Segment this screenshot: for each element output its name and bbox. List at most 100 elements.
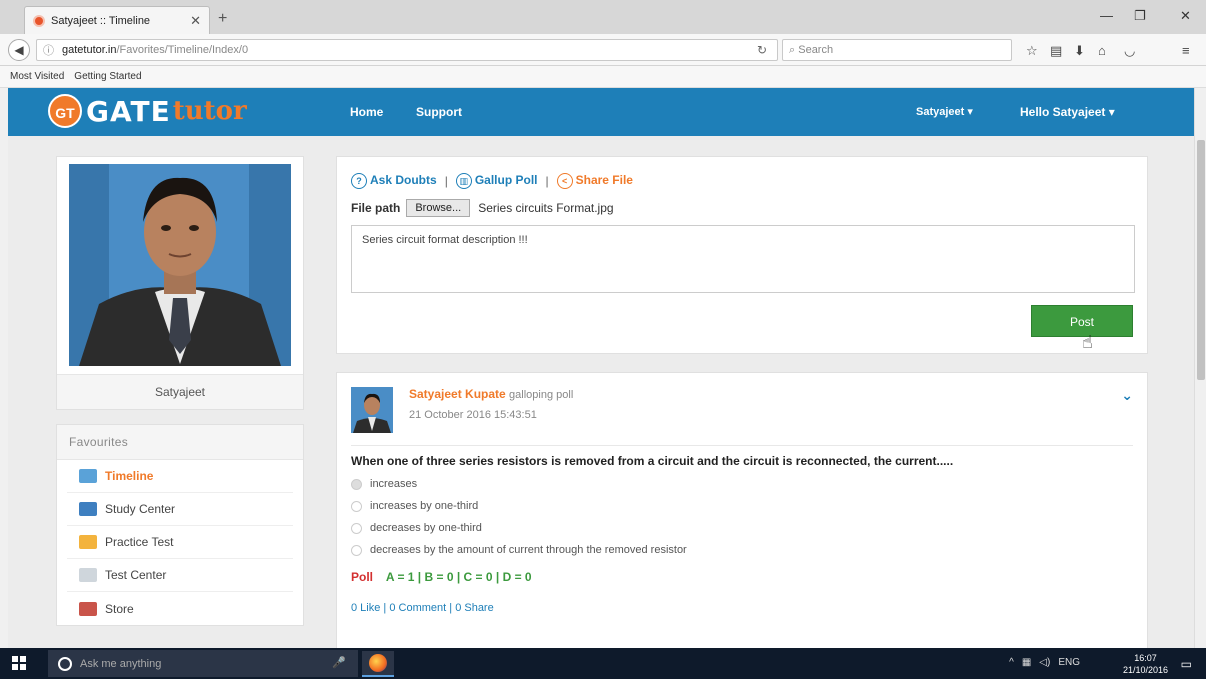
post-type: galloping poll [509, 389, 574, 401]
cortana-placeholder: Ask me anything [80, 657, 162, 670]
gallup-poll-link[interactable]: ▥ Gallup Poll [455, 173, 538, 189]
profile-card: Satyajeet [56, 156, 304, 410]
store-icon [79, 601, 97, 616]
windows-start-icon[interactable] [12, 656, 26, 670]
file-name: Series circuits Format.jpg [478, 201, 614, 215]
hand-cursor-icon: ☝ [1082, 332, 1093, 352]
url-host: gatetutor.in [62, 44, 117, 56]
nav-support[interactable]: Support [416, 105, 462, 119]
logo-badge: GT [48, 94, 82, 128]
timeline-icon [79, 469, 97, 483]
logo-accent-text: tutor [172, 96, 247, 126]
volume-icon[interactable]: ◁) [1039, 657, 1050, 668]
back-icon[interactable]: ◀ [8, 39, 30, 61]
notification-icon[interactable]: ▭ [1181, 657, 1192, 671]
profile-name: Satyajeet [57, 374, 303, 409]
avatar[interactable] [351, 387, 393, 433]
comment-link[interactable]: 0 Comment [389, 602, 446, 614]
scrollbar-thumb[interactable] [1197, 140, 1205, 380]
fav-item-test-center[interactable]: Test Center [67, 559, 293, 592]
feed-post: Satyajeet Kupate galloping poll 21 Octob… [336, 372, 1148, 648]
test-center-icon [79, 568, 97, 582]
gatetutor-logo[interactable]: GT GATE tutor [48, 94, 247, 128]
minimize-icon[interactable]: — [1100, 8, 1113, 23]
new-tab-icon[interactable]: + [218, 10, 227, 28]
browser-tab-strip: Satyajeet :: Timeline ✕ + — ❐ ✕ [0, 0, 1206, 34]
menu-icon[interactable]: ≡ [1182, 43, 1190, 58]
fav-item-store[interactable]: Store [67, 592, 293, 625]
microphone-icon[interactable]: 🎤 [332, 656, 346, 669]
share-link[interactable]: 0 Share [455, 602, 494, 614]
page-body: Satyajeet Favourites Timeline Study Cent… [8, 136, 1194, 648]
tab-close-icon[interactable]: ✕ [190, 13, 201, 29]
bookmark-star-icon[interactable]: ☆ [1026, 43, 1038, 59]
search-icon: ⌕ [789, 44, 796, 56]
divider [351, 445, 1133, 446]
window-close-icon[interactable]: ✕ [1180, 8, 1191, 24]
logo-main-text: GATE [86, 94, 171, 128]
favourites-card: Favourites Timeline Study Center Practic… [56, 424, 304, 626]
post-date: 21 October 2016 15:43:51 [409, 409, 537, 421]
chevron-down-icon[interactable]: ⌄ [1121, 387, 1133, 404]
cortana-search-input[interactable]: Ask me anything [48, 650, 358, 677]
chevron-up-icon[interactable]: ^ [1009, 657, 1014, 668]
restore-icon[interactable]: ❐ [1134, 8, 1146, 24]
separator: | [444, 174, 448, 188]
url-bar[interactable]: ⓘ gatetutor.in /Favorites/Timeline/Index… [36, 39, 778, 61]
fav-item-timeline[interactable]: Timeline [67, 460, 293, 493]
poll-option-label: increases [370, 478, 418, 490]
radio-icon[interactable] [351, 544, 362, 556]
ask-doubts-label: Ask Doubts [370, 173, 437, 187]
site-info-icon[interactable]: ⓘ [43, 42, 54, 58]
profile-photo[interactable] [69, 164, 291, 366]
browse-button[interactable]: Browse... [406, 199, 471, 217]
home-icon[interactable]: ⌂ [1098, 43, 1106, 58]
ask-doubts-link[interactable]: ? Ask Doubts [351, 173, 437, 189]
radio-icon[interactable] [351, 500, 362, 512]
description-textarea[interactable]: Series circuit format description !!! [351, 225, 1135, 293]
poll-label: Poll [351, 570, 374, 584]
left-column: Satyajeet Favourites Timeline Study Cent… [56, 156, 304, 626]
share-file-label: Share File [575, 173, 633, 187]
poll-icon: ▥ [455, 173, 472, 189]
bookmark-most-visited[interactable]: Most Visited [10, 71, 64, 82]
language-indicator[interactable]: ENG [1058, 657, 1080, 668]
site-header: GT GATE tutor Home Support Satyajeet ▾ H… [8, 88, 1194, 136]
poll-option[interactable]: decreases by the amount of current throu… [351, 544, 1133, 556]
firefox-taskbar-icon[interactable] [362, 651, 394, 677]
hello-menu[interactable]: Hello Satyajeet ▾ [1020, 105, 1115, 119]
clock[interactable]: 16:07 21/10/2016 [1123, 652, 1168, 676]
question-icon: ? [351, 173, 367, 189]
browser-search-input[interactable]: ⌕ Search [782, 39, 1012, 61]
fav-item-label: Study Center [105, 502, 176, 516]
post-author: Satyajeet Kupate galloping poll 21 Octob… [351, 387, 1133, 433]
downloads-icon[interactable]: ⬇ [1074, 43, 1085, 59]
page-scrollbar[interactable] [1194, 88, 1206, 648]
url-path: /Favorites/Timeline/Index/0 [116, 44, 249, 56]
post-composer: ? Ask Doubts | ▥ Gallup Poll | < Share File… [336, 156, 1148, 354]
reload-icon[interactable]: ↻ [757, 43, 767, 57]
poll-option[interactable]: increases by one-third [351, 500, 1133, 512]
nav-home[interactable]: Home [350, 105, 383, 119]
poll-option[interactable]: decreases by one-third [351, 522, 1133, 534]
pocket-icon[interactable]: ◡ [1124, 43, 1135, 59]
file-path-row: File path Browse... Series circuits Form… [351, 199, 1133, 217]
radio-icon[interactable] [351, 478, 362, 490]
network-icon[interactable]: ▦ [1022, 657, 1031, 668]
main-column: ? Ask Doubts | ▥ Gallup Poll | < Share File… [336, 156, 1148, 648]
like-link[interactable]: 0 Like [351, 602, 380, 614]
browser-tab[interactable]: Satyajeet :: Timeline ✕ [24, 6, 210, 34]
social-actions: 0 Like | 0 Comment | 0 Share [351, 602, 494, 614]
author-name[interactable]: Satyajeet Kupate [409, 387, 506, 401]
fav-item-study-center[interactable]: Study Center [67, 493, 293, 526]
fav-item-label: Timeline [105, 469, 154, 483]
user-menu[interactable]: Satyajeet ▾ [916, 105, 973, 118]
reading-list-icon[interactable]: ▤ [1050, 43, 1062, 59]
share-file-link[interactable]: < Share File [556, 173, 633, 189]
gallup-poll-label: Gallup Poll [474, 173, 538, 187]
radio-icon[interactable] [351, 522, 362, 534]
bookmark-getting-started[interactable]: Getting Started [74, 71, 141, 82]
poll-option[interactable]: increases [351, 478, 1133, 490]
fav-item-practice-test[interactable]: Practice Test [67, 526, 293, 559]
poll-option-label: increases by one-third [370, 500, 479, 512]
